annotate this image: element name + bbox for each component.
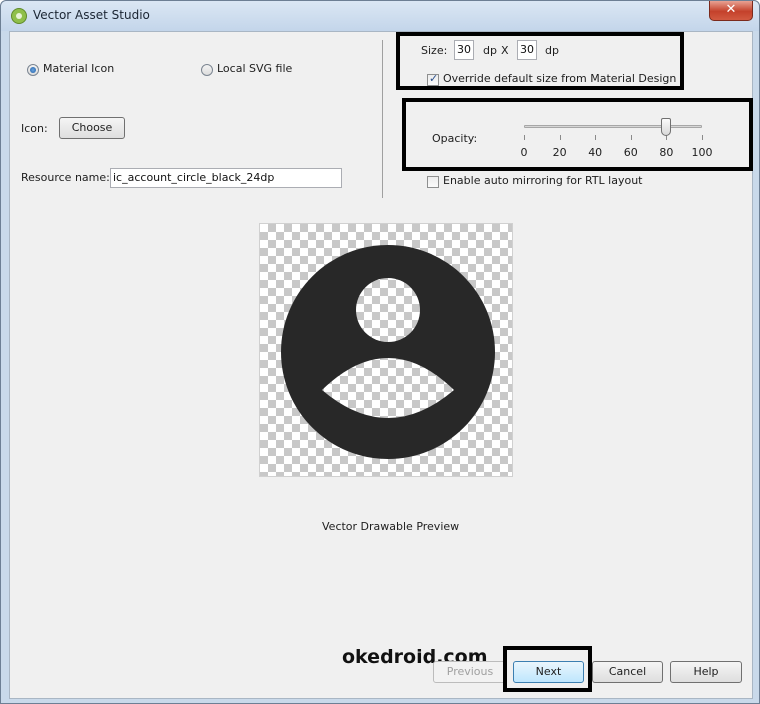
icon-label: Icon: — [21, 122, 48, 135]
rtl-mirroring-label: Enable auto mirroring for RTL layout — [443, 174, 643, 187]
opacity-highlight-box — [402, 98, 753, 171]
resource-name-input[interactable]: ic_account_circle_black_24dp — [110, 168, 342, 188]
size-highlight-box — [396, 32, 684, 90]
material-icon-radio[interactable] — [27, 64, 39, 76]
material-icon-label: Material Icon — [43, 62, 115, 75]
local-svg-radio[interactable] — [201, 64, 213, 76]
dialog-content: Material Icon Local SVG file Icon: Choos… — [9, 31, 753, 699]
previous-button[interactable]: Previous — [433, 661, 507, 683]
account-circle-icon — [281, 245, 495, 459]
vector-asset-studio-window: Vector Asset Studio ✕ Material Icon Loca… — [0, 0, 760, 704]
title-bar[interactable]: Vector Asset Studio ✕ — [1, 1, 759, 31]
rtl-mirroring-checkbox[interactable] — [427, 176, 439, 188]
vertical-divider — [382, 40, 383, 198]
cancel-button[interactable]: Cancel — [592, 661, 663, 683]
window-title: Vector Asset Studio — [33, 8, 150, 22]
close-button[interactable]: ✕ — [709, 1, 753, 21]
choose-button[interactable]: Choose — [59, 117, 125, 139]
vector-drawable-preview — [259, 223, 513, 477]
local-svg-label: Local SVG file — [217, 62, 293, 75]
next-highlight-box — [503, 646, 592, 692]
help-button[interactable]: Help — [670, 661, 742, 683]
preview-caption: Vector Drawable Preview — [322, 520, 460, 533]
resource-name-label: Resource name: — [21, 171, 110, 184]
android-studio-icon — [11, 8, 27, 24]
